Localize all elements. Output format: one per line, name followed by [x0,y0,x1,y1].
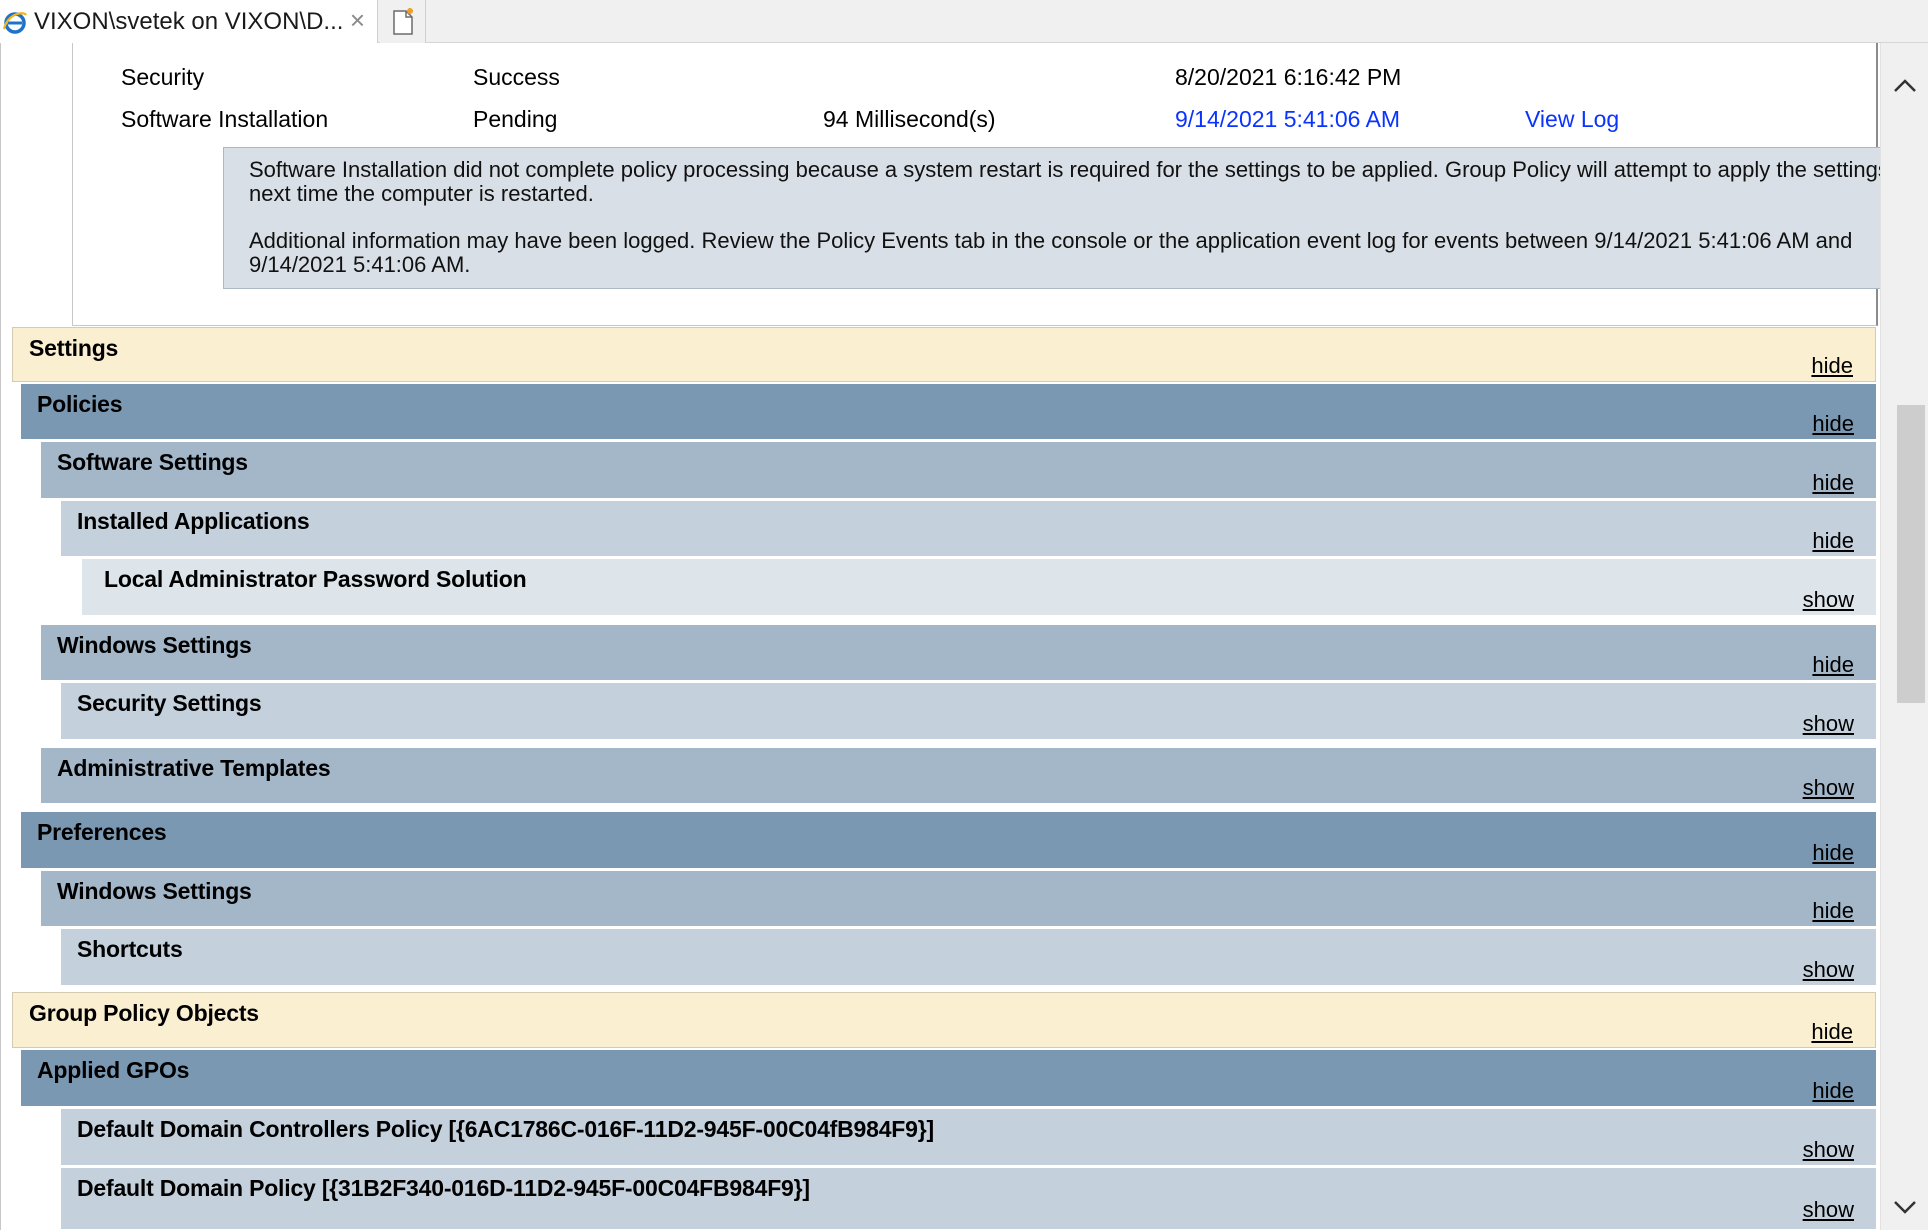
section-title: Group Policy Objects [29,1000,259,1026]
section-administrative-templates: Administrative Templates show [41,748,1876,804]
show-toggle[interactable]: show [1803,1197,1854,1223]
section-preferences: Preferences hide [21,812,1876,869]
show-toggle[interactable]: show [1803,711,1854,737]
section-title: Windows Settings [57,632,252,658]
section-title: Default Domain Controllers Policy [{6AC1… [77,1116,934,1142]
hide-toggle[interactable]: hide [1812,840,1854,866]
section-title: Shortcuts [77,936,183,962]
section-title: Default Domain Policy [{31B2F340-016D-11… [77,1175,810,1201]
section-software-settings: Software Settings hide [41,442,1876,499]
pending-message-box: Software Installation did not complete p… [223,147,1880,289]
hide-toggle[interactable]: hide [1811,353,1853,379]
message-text: Additional information may have been log… [249,228,1853,277]
section-title: Policies [37,391,123,417]
row-time-link[interactable]: 9/14/2021 5:41:06 AM [1175,106,1400,133]
section-settings: Settings hide [12,327,1876,382]
section-applied-gpos: Applied GPOs hide [21,1050,1876,1107]
clipped-row-fragment [243,43,1643,47]
component-status-box: Security Success 8/20/2021 6:16:42 PM So… [72,43,1880,326]
hide-toggle[interactable]: hide [1812,528,1854,554]
hide-toggle[interactable]: hide [1812,652,1854,678]
close-tab-icon[interactable]: × [350,5,365,36]
section-laps: Local Administrator Password Solution sh… [82,559,1876,616]
section-policies: Policies hide [21,384,1876,440]
left-border [0,43,1,1230]
section-security-settings: Security Settings show [61,683,1876,740]
section-group-policy-objects: Group Policy Objects hide [12,992,1876,1048]
show-toggle[interactable]: show [1803,1137,1854,1163]
chevron-up-icon [1894,79,1916,92]
row-status: Success [473,64,560,90]
section-title: Windows Settings [57,878,252,904]
section-title: Security Settings [77,690,262,716]
new-tab-icon [392,7,413,35]
row-category: Security [121,64,205,90]
report-content: Security Success 8/20/2021 6:16:42 PM So… [0,43,1880,1230]
vertical-scrollbar[interactable] [1880,43,1928,1230]
row-time: 8/20/2021 6:16:42 PM [1175,64,1402,90]
scroll-down-button[interactable] [1881,1186,1928,1230]
section-windows-settings: Windows Settings hide [41,625,1876,681]
tab-title: VIXON\svetek on VIXON\D... [34,7,344,35]
internet-explorer-icon [0,7,30,37]
hide-toggle[interactable]: hide [1811,1019,1853,1045]
section-installed-applications: Installed Applications hide [61,501,1876,557]
section-title: Software Settings [57,449,248,475]
hide-toggle[interactable]: hide [1812,411,1854,437]
section-shortcuts: Shortcuts show [61,929,1876,986]
section-title: Applied GPOs [37,1057,190,1083]
row-duration: 94 Millisecond(s) [823,106,996,132]
section-preferences-windows-settings: Windows Settings hide [41,871,1876,927]
message-text: Software Installation did not complete p… [249,157,1880,206]
scroll-up-button[interactable] [1881,63,1928,107]
scrollbar-thumb[interactable] [1897,405,1925,703]
section-title: Administrative Templates [57,755,331,781]
view-log-link[interactable]: View Log [1525,106,1619,133]
section-gpo-default-domain-controllers: Default Domain Controllers Policy [{6AC1… [61,1109,1876,1166]
chevron-down-icon [1894,1201,1916,1214]
section-gpo-default-domain: Default Domain Policy [{31B2F340-016D-11… [61,1168,1876,1230]
section-title: Preferences [37,819,167,845]
tab-bar: VIXON\svetek on VIXON\D... × [0,0,1928,43]
new-tab-button[interactable] [380,0,426,43]
hide-toggle[interactable]: hide [1812,1078,1854,1104]
hide-toggle[interactable]: hide [1812,898,1854,924]
section-title: Local Administrator Password Solution [104,566,527,592]
show-toggle[interactable]: show [1803,957,1854,983]
hide-toggle[interactable]: hide [1812,470,1854,496]
section-title: Settings [29,335,119,361]
show-toggle[interactable]: show [1803,587,1854,613]
row-category: Software Installation [121,106,329,132]
browser-tab[interactable]: VIXON\svetek on VIXON\D... × [0,0,378,43]
section-title: Installed Applications [77,508,310,534]
row-status: Pending [473,106,558,132]
show-toggle[interactable]: show [1803,775,1854,801]
